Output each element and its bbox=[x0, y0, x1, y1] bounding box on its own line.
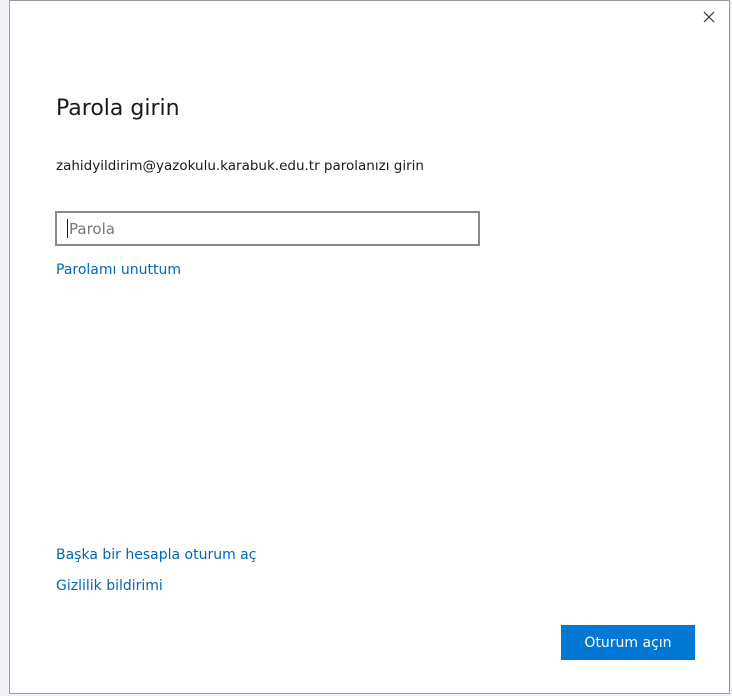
close-button[interactable] bbox=[698, 6, 720, 28]
password-input[interactable] bbox=[55, 211, 480, 246]
page-title: Parola girin bbox=[56, 96, 180, 121]
privacy-notice-link[interactable]: Gizlilik bildirimi bbox=[56, 578, 163, 594]
text-caret bbox=[67, 219, 68, 238]
close-icon bbox=[703, 11, 715, 23]
sign-in-dialog: Parola girin zahidyildirim@yazokulu.kara… bbox=[9, 0, 730, 694]
other-account-link[interactable]: Başka bir hesapla oturum aç bbox=[56, 547, 256, 563]
account-prompt: zahidyildirim@yazokulu.karabuk.edu.tr pa… bbox=[56, 158, 424, 174]
sign-in-button[interactable]: Oturum açın bbox=[561, 625, 695, 660]
forgot-password-link[interactable]: Parolamı unuttum bbox=[56, 262, 181, 278]
